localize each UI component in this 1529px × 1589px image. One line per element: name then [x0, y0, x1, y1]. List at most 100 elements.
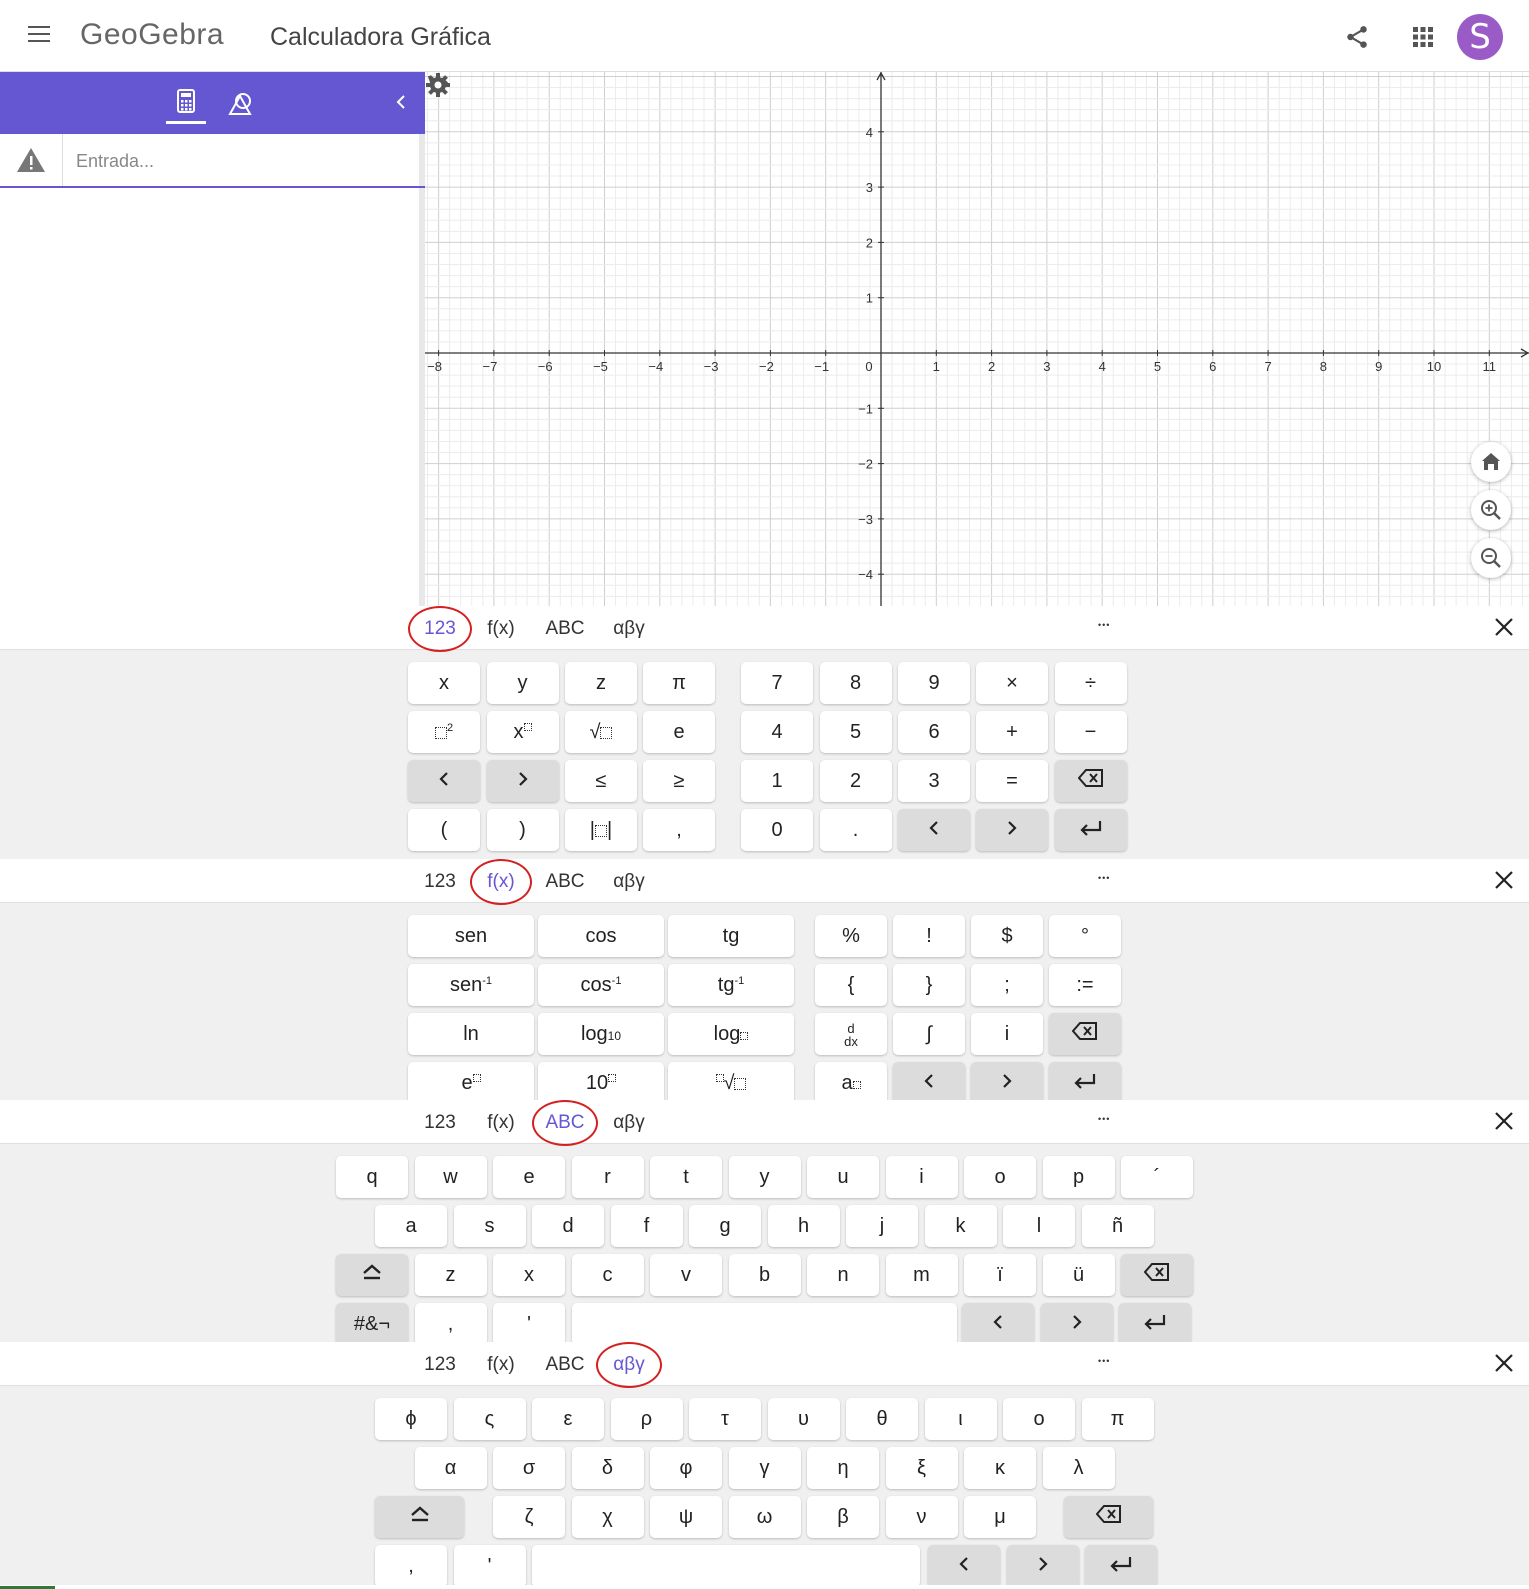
key[interactable]: h — [767, 1205, 840, 1247]
key[interactable]: ≥ — [643, 760, 715, 802]
key[interactable]: π — [1081, 1398, 1154, 1440]
key[interactable]: t — [650, 1156, 722, 1198]
key[interactable]: ln — [408, 1013, 534, 1055]
key[interactable]: ; — [971, 964, 1043, 1006]
key[interactable]: 6 — [898, 711, 970, 753]
key[interactable]: ε — [532, 1398, 604, 1440]
keyboard-tab-123[interactable]: 123 — [408, 1351, 472, 1379]
key[interactable]: 9 — [898, 662, 970, 704]
geogebra-logo[interactable]: GeoGebra — [80, 18, 224, 52]
key[interactable]: χ — [571, 1496, 644, 1538]
key[interactable]: y — [486, 662, 559, 704]
key[interactable]: ÷ — [1054, 662, 1127, 704]
user-avatar[interactable]: S — [1457, 14, 1503, 60]
key[interactable]: ν — [885, 1496, 958, 1538]
key[interactable]: ( — [408, 809, 480, 851]
key[interactable]: z — [414, 1254, 487, 1296]
key[interactable]: := — [1049, 964, 1121, 1006]
key[interactable]: γ — [728, 1447, 801, 1489]
enter-key[interactable] — [1049, 1062, 1121, 1104]
key[interactable]: e — [493, 1156, 565, 1198]
key[interactable]: ' — [493, 1303, 565, 1345]
key[interactable]: a — [815, 1062, 887, 1104]
key[interactable]: π — [643, 662, 715, 704]
key[interactable]: ! — [893, 915, 965, 957]
key[interactable]: 4 — [741, 711, 813, 753]
key[interactable]: e — [643, 711, 715, 753]
backspace-key[interactable] — [1054, 760, 1127, 802]
key[interactable]: | | — [565, 809, 637, 851]
key[interactable]: , — [414, 1303, 487, 1345]
key[interactable]: x — [486, 711, 559, 753]
key[interactable]: κ — [964, 1447, 1036, 1489]
keyboard-tab-fx[interactable]: f(x) — [470, 1109, 532, 1137]
key[interactable]: % — [815, 915, 887, 957]
key[interactable]: log10 — [538, 1013, 664, 1055]
backspace-key[interactable] — [1121, 1254, 1193, 1296]
keyboard-tab-abc[interactable]: ABC — [532, 1351, 598, 1379]
home-view-button[interactable] — [1471, 442, 1511, 482]
key[interactable]: q — [336, 1156, 408, 1198]
more-options-icon[interactable]: ••• — [1098, 1114, 1122, 1124]
enter-key[interactable] — [1119, 1303, 1191, 1345]
arrow-left-key[interactable] — [928, 1545, 1000, 1587]
arrow-right-key[interactable] — [486, 760, 559, 802]
key[interactable]: ï — [964, 1254, 1036, 1296]
key[interactable]: i — [971, 1013, 1043, 1055]
key[interactable]: υ — [767, 1398, 840, 1440]
enter-key[interactable] — [1085, 1545, 1157, 1587]
key[interactable]: sen-1 — [408, 964, 534, 1006]
space-key[interactable] — [532, 1545, 920, 1587]
key[interactable]: ξ — [885, 1447, 958, 1489]
key[interactable]: log — [668, 1013, 794, 1055]
key[interactable]: 2 — [819, 760, 892, 802]
zoom-out-button[interactable] — [1471, 538, 1511, 578]
key[interactable]: ζ — [493, 1496, 565, 1538]
algebra-view-tab[interactable] — [166, 84, 206, 124]
key[interactable]: ´ — [1121, 1156, 1193, 1198]
key[interactable]: = — [976, 760, 1048, 802]
keyboard-tab-abc[interactable]: ABC — [532, 868, 598, 896]
key[interactable]: × — [976, 662, 1048, 704]
key[interactable]: d dx — [815, 1013, 887, 1055]
key[interactable]: a — [375, 1205, 447, 1247]
enter-key[interactable] — [1054, 809, 1127, 851]
keyboard-tab-greek[interactable]: αβγ — [596, 868, 662, 896]
arrow-right-key[interactable] — [976, 809, 1048, 851]
key[interactable]: o — [964, 1156, 1036, 1198]
more-options-icon[interactable]: ••• — [1098, 620, 1122, 630]
arrow-left-key[interactable] — [962, 1303, 1034, 1345]
zoom-in-button[interactable] — [1471, 490, 1511, 530]
key[interactable]: m — [885, 1254, 958, 1296]
gear-icon[interactable] — [425, 72, 451, 98]
keyboard-tab-greek[interactable]: αβγ — [596, 1109, 662, 1137]
symbols-key[interactable]: #&¬ — [336, 1303, 408, 1345]
arrow-right-key[interactable] — [971, 1062, 1043, 1104]
menu-icon[interactable] — [28, 26, 50, 44]
key[interactable]: ü — [1042, 1254, 1115, 1296]
arrow-left-key[interactable] — [408, 760, 480, 802]
key[interactable]: ω — [728, 1496, 801, 1538]
key[interactable]: 10 — [538, 1062, 664, 1104]
key[interactable]: } — [893, 964, 965, 1006]
key[interactable]: ∫ — [893, 1013, 965, 1055]
key[interactable]: s — [453, 1205, 526, 1247]
key[interactable]: ϕ — [375, 1398, 447, 1440]
key[interactable]: λ — [1042, 1447, 1115, 1489]
key[interactable]: , — [375, 1545, 447, 1587]
key[interactable]: α — [414, 1447, 487, 1489]
shift-key[interactable] — [375, 1496, 464, 1538]
keyboard-tab-fx[interactable]: f(x) — [470, 1351, 532, 1379]
key[interactable]: j — [846, 1205, 918, 1247]
more-options-icon[interactable]: ••• — [1098, 1356, 1122, 1366]
arrow-left-key[interactable] — [893, 1062, 965, 1104]
close-keyboard-icon[interactable] — [1493, 1110, 1515, 1132]
key[interactable]: 2 — [408, 711, 480, 753]
key[interactable]: k — [924, 1205, 997, 1247]
key[interactable]: i — [885, 1156, 958, 1198]
key[interactable]: 7 — [741, 662, 813, 704]
key[interactable]: β — [807, 1496, 879, 1538]
algebra-input[interactable] — [76, 148, 406, 174]
key[interactable]: η — [807, 1447, 879, 1489]
coordinate-grid[interactable]: −8 −7 −6 −5 −4 −3 −2 −1 0 1 2 3 4 5 6 7 8 9 10 11 4 3 2 1 −1 −2 −3… — [425, 72, 1529, 606]
